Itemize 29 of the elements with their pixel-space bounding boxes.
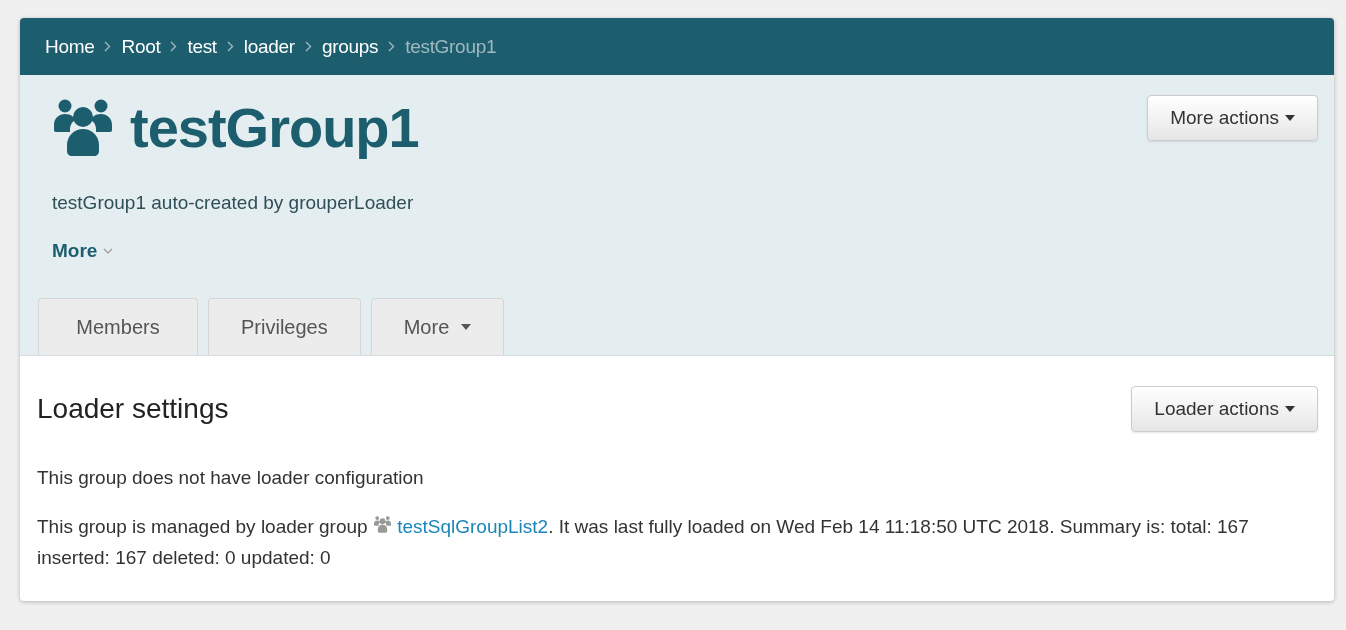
group-link[interactable]: testSqlGroupList2 bbox=[397, 516, 549, 537]
breadcrumb-link[interactable]: Root bbox=[121, 35, 161, 58]
tab[interactable]: More bbox=[370, 298, 505, 355]
group-title: testGroup1 bbox=[130, 95, 419, 160]
chevron-icon bbox=[170, 41, 178, 52]
chevron-icon bbox=[226, 41, 234, 52]
loader-managed-paragraph: This group is managed by loader group testSqlGroupList2. It was last fully loaded on Wed Feb 14 11:18:50 UTC 2018. Summary is: total: 167 inserted: 167 deleted: 0 updated: 0 bbox=[37, 515, 1250, 570]
caret-icon bbox=[1285, 406, 1295, 412]
caret-icon bbox=[461, 324, 472, 330]
tab[interactable]: Privileges bbox=[208, 298, 361, 355]
breadcrumb-link[interactable]: groups bbox=[321, 35, 379, 58]
group-icon bbox=[52, 98, 114, 157]
breadcrumb-link[interactable]: loader bbox=[243, 35, 295, 58]
tab[interactable]: Members bbox=[38, 298, 198, 355]
chevron-icon bbox=[388, 41, 396, 52]
breadcrumb-link[interactable]: Home bbox=[45, 35, 95, 58]
more-link[interactable]: More bbox=[52, 240, 114, 262]
section-title: Loader settings bbox=[37, 393, 229, 425]
breadcrumb-link[interactable]: test bbox=[187, 35, 217, 58]
loader-config-note: This group does not have loader configuration bbox=[37, 466, 425, 490]
group-description: testGroup1 auto-created by grouperLoader bbox=[52, 192, 415, 214]
loader-actions-button[interactable]: Loader actions bbox=[1131, 386, 1318, 432]
chevron-down-icon bbox=[103, 248, 114, 254]
chevron-icon bbox=[104, 41, 112, 52]
chevron-icon bbox=[304, 41, 312, 52]
breadcrumb-link[interactable]: testGroup1 bbox=[405, 35, 497, 58]
group-icon bbox=[372, 516, 392, 533]
more-actions-button[interactable]: More actions bbox=[1147, 95, 1318, 141]
caret-icon bbox=[1285, 115, 1295, 121]
